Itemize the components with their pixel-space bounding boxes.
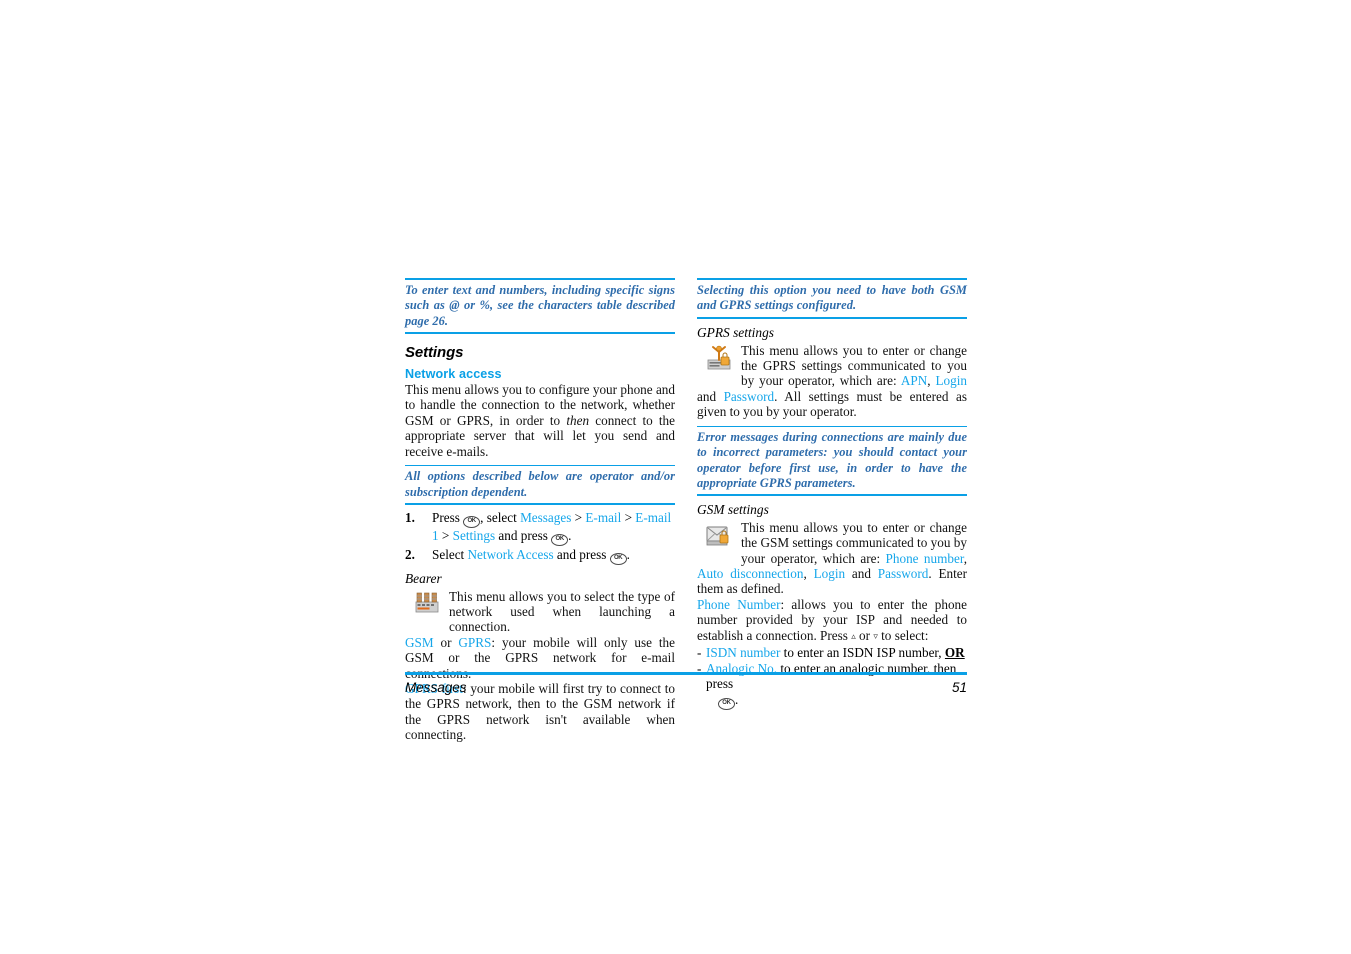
- link-email[interactable]: E-mail: [585, 510, 621, 525]
- link-isdn-number[interactable]: ISDN number: [706, 645, 780, 660]
- link-gprs[interactable]: GPRS: [458, 635, 491, 650]
- gsm-comma-1: ,: [963, 550, 967, 566]
- paragraph-phone-number: Phone Number: allows you to enter the ph…: [697, 597, 967, 644]
- step1-mid2: and press: [498, 527, 548, 543]
- steps-list: 1. Press OK, select Messages > E-mail > E…: [405, 510, 675, 565]
- heading-gprs-settings: GPRS settings: [697, 324, 774, 340]
- page-title-settings: Settings: [405, 343, 464, 361]
- gsm-and: and: [845, 566, 878, 582]
- step1-sep1: >: [574, 509, 583, 525]
- step1-suffix: .: [568, 527, 572, 543]
- isdn-emphasis-or: OR: [944, 645, 965, 661]
- step1-sep2: >: [624, 509, 632, 525]
- divider-rule-below-error-note: [697, 494, 967, 496]
- heading-gsm-settings: GSM settings: [697, 501, 769, 517]
- network-bearer-icon: [405, 589, 449, 623]
- link-gsm[interactable]: GSM: [405, 635, 434, 650]
- note-enter-text: To enter text and numbers, including spe…: [405, 283, 675, 328]
- gsm-settings-icon: [697, 520, 741, 554]
- gsm-gprs-mid: or: [433, 634, 459, 650]
- ok-key-icon[interactable]: OK: [718, 697, 735, 710]
- step1-mid1: , select: [480, 509, 517, 525]
- footer-section-label: Messages: [405, 680, 467, 695]
- step2-suffix: .: [626, 546, 630, 562]
- network-access-emphasis: then: [566, 412, 590, 428]
- step2-prefix: Select: [432, 546, 465, 562]
- link-phone-number[interactable]: Phone number: [886, 551, 964, 566]
- step1-sep3: >: [441, 527, 450, 543]
- gprs-and: and: [697, 388, 724, 404]
- dash-marker: -: [697, 645, 702, 661]
- heading-network-access: Network access: [405, 366, 502, 381]
- gprs-comma: ,: [927, 373, 936, 389]
- manual-page: To enter text and numbers, including spe…: [405, 278, 967, 742]
- step1-prefix: Press: [432, 509, 460, 525]
- divider-rule-below-note-right: [697, 316, 967, 319]
- list-item-isdn: - ISDN number to enter an ISDN ISP number…: [697, 645, 967, 661]
- step2-mid1: and press: [556, 546, 607, 562]
- link-network-access[interactable]: Network Access: [468, 547, 554, 562]
- link-settings[interactable]: Settings: [453, 528, 496, 543]
- step-number-2: 2.: [405, 546, 415, 562]
- nav-up-icon[interactable]: ▵: [851, 629, 856, 644]
- note-error-messages: Error messages during connections are ma…: [697, 430, 967, 491]
- link-login[interactable]: Login: [936, 373, 968, 388]
- link-phone-number-entry[interactable]: Phone Number: [697, 597, 780, 612]
- link-password-gsm[interactable]: Password: [878, 566, 929, 581]
- step-number-1: 1.: [405, 509, 415, 525]
- link-login-gsm[interactable]: Login: [814, 566, 846, 581]
- gprs-icon-paragraph: This menu allows you to enter or change …: [697, 343, 967, 420]
- nav-down-icon[interactable]: ▿: [873, 629, 878, 644]
- note-all-options: All options described below are operator…: [405, 469, 675, 499]
- gsm-icon-paragraph: This menu allows you to enter or change …: [697, 520, 967, 597]
- link-messages[interactable]: Messages: [520, 510, 571, 525]
- heading-bearer: Bearer: [405, 570, 442, 586]
- footer-row: Messages 51: [405, 680, 967, 695]
- link-password[interactable]: Password: [724, 389, 775, 404]
- link-apn[interactable]: APN: [901, 373, 927, 388]
- gprs-settings-icon: [697, 343, 741, 377]
- page-footer: Messages 51: [405, 672, 967, 695]
- note-selecting-option: Selecting this option you need to have b…: [697, 283, 967, 313]
- footer-rule: [405, 672, 967, 675]
- ok-key-icon[interactable]: OK: [463, 515, 481, 528]
- footer-page-number: 51: [951, 680, 967, 695]
- right-column: Selecting this option you need to have b…: [697, 278, 967, 710]
- divider-rule-below-options-note: [405, 503, 675, 505]
- isdn-text: to enter an ISDN ISP number,: [780, 645, 945, 661]
- gsm-comma-2: ,: [803, 566, 814, 582]
- divider-rule-below-note-left: [405, 331, 675, 334]
- link-auto-disconnection[interactable]: Auto disconnection: [697, 566, 803, 581]
- phone-number-or: or: [859, 627, 871, 643]
- paragraph-network-access: This menu allows you to configure your p…: [405, 382, 675, 459]
- step-item-1: 1. Press OK, select Messages > E-mail > E…: [405, 510, 675, 546]
- step-item-2: 2. Select Network Access and press OK.: [405, 547, 675, 565]
- ok-key-icon[interactable]: OK: [609, 552, 627, 565]
- phone-number-text-2: to select:: [881, 627, 929, 643]
- bearer-icon-paragraph: This menu allows you to select the type …: [405, 589, 675, 635]
- ok-key-icon[interactable]: OK: [551, 533, 569, 546]
